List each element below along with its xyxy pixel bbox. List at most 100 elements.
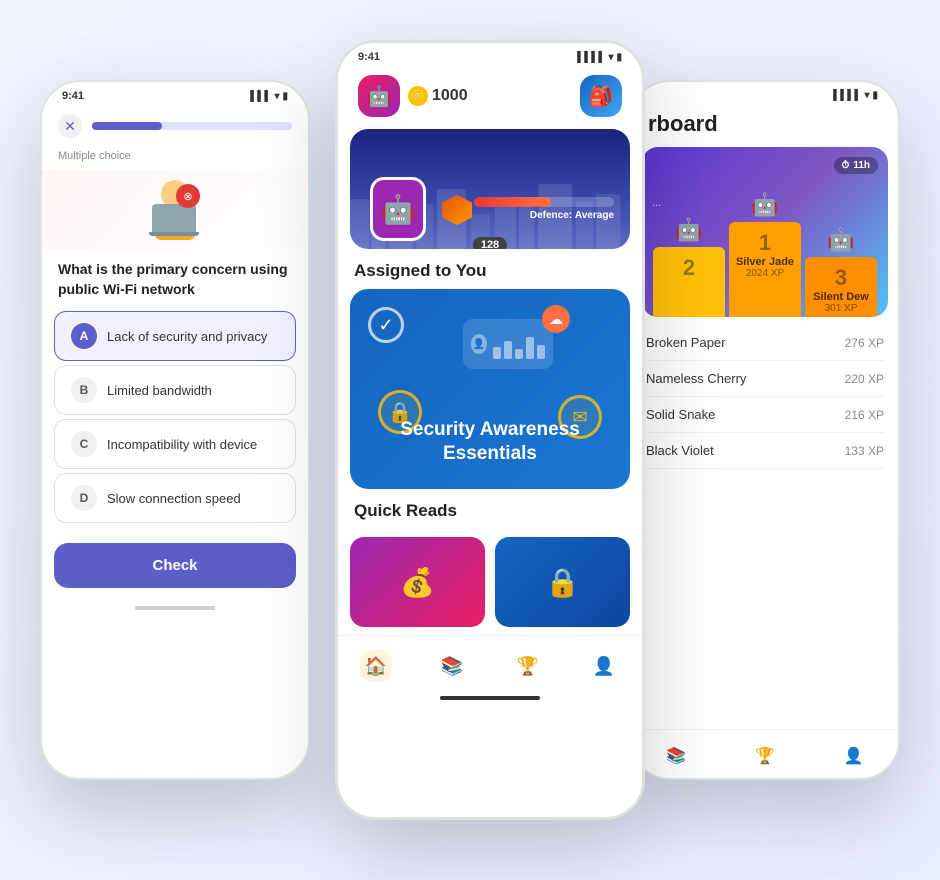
battery-icon: ▮ <box>282 91 288 102</box>
center-header: 🤖 🪙 1000 🎒 <box>338 67 642 129</box>
status-bar-right: ▌▌▌▌ ▾ ▮ <box>632 82 898 105</box>
podium-timer: ⏱ 11h <box>834 157 879 174</box>
lb-xp-1: 276 XP <box>845 336 884 350</box>
podium-1st: 🤖 1 Silver Jade 2024 XP <box>729 192 801 317</box>
hero-robot-avatar: 🤖 <box>370 177 426 241</box>
lb-xp-3: 216 XP <box>845 408 884 422</box>
status-bar-center: 9:41 ▌▌▌▌ ▾ ▮ <box>338 43 642 67</box>
robot-3rd: 🤖 <box>827 227 854 253</box>
progress-fill <box>92 122 162 130</box>
time-left: 9:41 <box>62 90 84 102</box>
laptop-icon <box>152 204 196 232</box>
podium-blocks: 🤖 2 🤖 1 Silver Jade 2024 XP 🤖 <box>642 192 888 317</box>
timer-value: 11h <box>853 160 870 171</box>
assignment-check-icon: ✓ <box>368 307 404 343</box>
lb-item-4[interactable]: Black Violet 133 XP <box>646 433 884 469</box>
coin-icon: 🪙 <box>408 86 428 106</box>
cloud-float-icon: ☁ <box>542 305 570 333</box>
battery-right-icon: ▮ <box>872 90 878 101</box>
profile-icon: 👤 <box>588 650 620 682</box>
phones-container: 9:41 ▌▌▌ ▾ ▮ ✕ Multiple choice ⊗ What <box>20 20 920 860</box>
defence-label: Defence: Average <box>474 210 614 221</box>
stand-1st: 1 Silver Jade 2024 XP <box>729 222 801 317</box>
nav-trophy[interactable]: 🏆 <box>500 646 556 686</box>
center-nav: 🏠 📚 🏆 👤 <box>338 635 642 692</box>
close-button[interactable]: ✕ <box>58 114 82 138</box>
left-header: ✕ <box>42 106 308 146</box>
robot-2nd: 🤖 <box>675 217 702 243</box>
read-card-2[interactable]: 🔒 <box>495 537 630 627</box>
rank-1st: 1 <box>759 230 771 256</box>
time-center: 9:41 <box>358 51 380 63</box>
leaderboard-list: Broken Paper 276 XP Nameless Cherry 220 … <box>632 317 898 477</box>
option-b-letter: B <box>71 377 97 403</box>
signal-icon: ▌▌▌ <box>250 91 271 102</box>
rank-2nd: 2 <box>683 255 695 281</box>
lb-item-1[interactable]: Broken Paper 276 XP <box>646 325 884 361</box>
read-card-1[interactable]: 💰 <box>350 537 485 627</box>
right-nav-profile[interactable]: 👤 <box>838 740 870 772</box>
assigned-section-title: Assigned to You <box>338 249 642 289</box>
stand-2nd: 2 <box>653 247 725 317</box>
podium-area: ⏱ 11h ... 🤖 2 🤖 1 Silver Jade <box>642 147 888 317</box>
phone-center: 9:41 ▌▌▌▌ ▾ ▮ 🤖 🪙 1000 🎒 <box>335 40 645 820</box>
laptop-base <box>149 232 199 236</box>
lb-xp-4: 133 XP <box>845 444 884 458</box>
timer-icon: ⏱ <box>842 160 850 171</box>
lb-name-1: Broken Paper <box>646 335 726 350</box>
nav-learn[interactable]: 📚 <box>424 646 480 686</box>
option-d[interactable]: D Slow connection speed <box>54 473 296 523</box>
xp-3rd: 301 XP <box>825 303 858 314</box>
xp-1st: 2024 XP <box>746 268 784 279</box>
lb-name-3: Solid Snake <box>646 407 715 422</box>
name-3rd: Silent Dew <box>813 291 869 303</box>
status-icons-right: ▌▌▌▌ ▾ ▮ <box>833 90 878 101</box>
question-illustration: ⊗ <box>42 170 308 250</box>
backpack-icon[interactable]: 🎒 <box>580 75 622 117</box>
quick-reads-grid: 💰 🔒 <box>338 529 642 635</box>
float-user-icon: 👤 <box>471 334 487 354</box>
float-bars <box>493 329 545 359</box>
assignment-title: Security Awareness Essentials <box>350 418 630 467</box>
nav-home[interactable]: 🏠 <box>348 646 404 686</box>
wifi-right-icon: ▾ <box>864 90 869 101</box>
no-wifi-badge: ⊗ <box>176 184 200 208</box>
leaderboard-title: rboard <box>632 105 898 147</box>
signal-center-icon: ▌▌▌▌ <box>577 52 605 63</box>
stand-3rd: 3 Silent Dew 301 XP <box>805 257 877 317</box>
nav-profile[interactable]: 👤 <box>576 646 632 686</box>
status-icons-left: ▌▌▌ ▾ ▮ <box>250 91 288 102</box>
right-nav: 📚 🏆 👤 <box>632 729 898 778</box>
lb-name-4: Black Violet <box>646 443 714 458</box>
option-c-letter: C <box>71 431 97 457</box>
robot-1st: 🤖 <box>751 192 778 218</box>
phone-left: 9:41 ▌▌▌ ▾ ▮ ✕ Multiple choice ⊗ What <box>40 80 310 780</box>
option-c-text: Incompatibility with device <box>107 437 257 452</box>
option-a[interactable]: A Lack of security and privacy <box>54 311 296 361</box>
option-b[interactable]: B Limited bandwidth <box>54 365 296 415</box>
option-d-text: Slow connection speed <box>107 491 241 506</box>
signal-right-icon: ▌▌▌▌ <box>833 90 861 101</box>
defence-bar-bg <box>474 197 614 207</box>
option-a-letter: A <box>71 323 97 349</box>
level-badge: 128 <box>473 237 507 249</box>
option-a-text: Lack of security and privacy <box>107 329 267 344</box>
defence-bar-fill <box>474 197 551 207</box>
trophy-icon: 🏆 <box>512 650 544 682</box>
option-c[interactable]: C Incompatibility with device <box>54 419 296 469</box>
right-nav-learn[interactable]: 📚 <box>660 740 692 772</box>
lb-item-2[interactable]: Nameless Cherry 220 XP <box>646 361 884 397</box>
check-button[interactable]: Check <box>54 543 296 588</box>
lb-item-3[interactable]: Solid Snake 216 XP <box>646 397 884 433</box>
wifi-center-icon: ▾ <box>608 52 613 63</box>
right-nav-trophy[interactable]: 🏆 <box>749 740 781 772</box>
status-icons-center: ▌▌▌▌ ▾ ▮ <box>577 52 622 63</box>
option-b-text: Limited bandwidth <box>107 383 212 398</box>
home-indicator <box>135 606 215 610</box>
podium-2nd: 🤖 2 <box>653 217 725 317</box>
podium-3rd: 🤖 3 Silent Dew 301 XP <box>805 227 877 317</box>
lb-xp-2: 220 XP <box>845 372 884 386</box>
home-icon: 🏠 <box>360 650 392 682</box>
rank-3rd: 3 <box>835 265 847 291</box>
assignment-card[interactable]: ✓ 👤 ☁ 🔒 ✉ Security Awareness Essentials <box>350 289 630 489</box>
